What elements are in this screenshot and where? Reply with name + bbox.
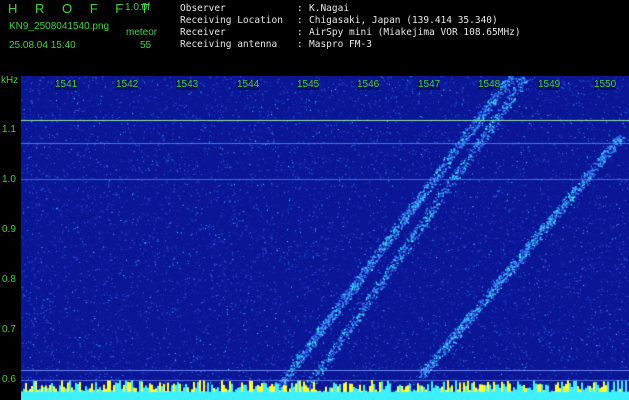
x-tick-label: 1544 <box>237 79 260 90</box>
x-tick-label: 1542 <box>116 79 139 90</box>
meta-value: Chigasaki, Japan (139.414 35.340) <box>309 15 498 26</box>
y-tick-label: 1.1 <box>2 124 16 135</box>
mode-label: meteor <box>126 27 158 38</box>
count-label: 55 <box>140 40 152 51</box>
x-tick-label: 1546 <box>357 79 380 90</box>
y-tick-label: 0.9 <box>2 224 16 235</box>
meta-colon: : <box>297 27 303 38</box>
x-tick-label: 1550 <box>594 79 617 90</box>
x-tick-label: 1541 <box>55 79 78 90</box>
y-tick-label: 0.6 <box>2 374 16 385</box>
meta-colon: : <box>297 3 303 14</box>
y-tick-label: 1.0 <box>2 174 16 185</box>
meta-value: K.Nagai <box>309 3 350 14</box>
meta-label: Receiving Location <box>180 15 283 26</box>
meta-colon: : <box>297 15 303 26</box>
spectrogram-canvas[interactable] <box>21 76 629 400</box>
filename-label: KN9_2508041540.png <box>9 21 110 32</box>
x-tick-label: 1548 <box>478 79 501 90</box>
x-tick-label: 1547 <box>418 79 441 90</box>
meta-label: Observer <box>180 3 226 14</box>
meta-colon: : <box>297 39 303 50</box>
datetime-label: 25.08.04 15:40 <box>9 40 76 51</box>
x-tick-label: 1545 <box>297 79 320 90</box>
y-axis-unit: kHz <box>1 75 19 86</box>
meta-value: Maspro FM-3 <box>309 39 372 50</box>
version-label: 1.0.0f <box>125 2 151 13</box>
y-tick-label: 0.8 <box>2 274 16 285</box>
meta-label: Receiver <box>180 27 226 38</box>
meta-value: AirSpy mini (Miakejima VOR 108.65MHz) <box>309 27 521 38</box>
x-tick-label: 1549 <box>538 79 561 90</box>
header-panel: H R O F F T 1.0.0f KN9_2508041540.png me… <box>0 0 629 76</box>
x-tick-label: 1543 <box>176 79 199 90</box>
meta-label: Receiving antenna <box>180 39 278 50</box>
y-tick-label: 0.7 <box>2 324 16 335</box>
